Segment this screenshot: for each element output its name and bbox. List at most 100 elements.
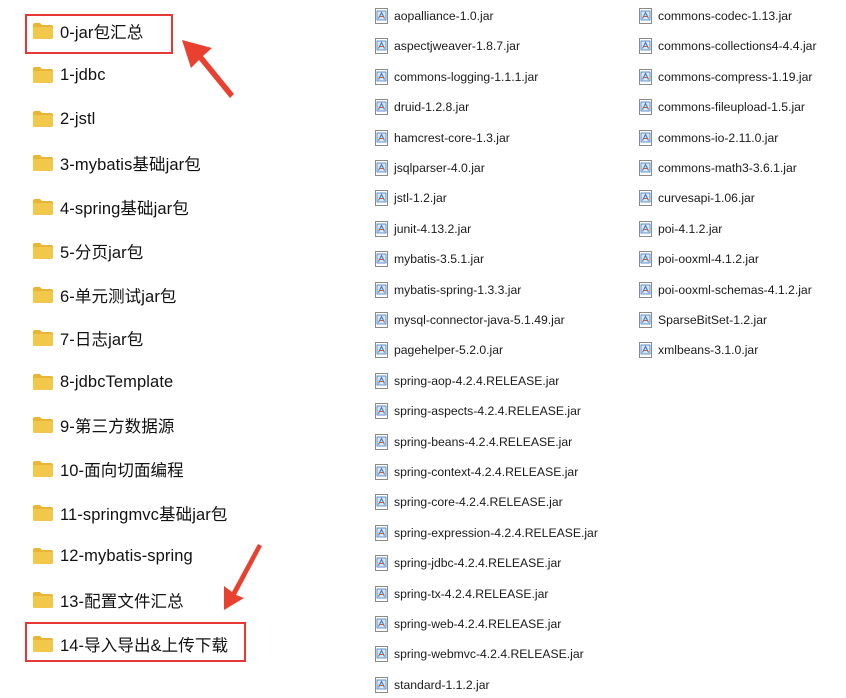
jar-file-item[interactable]: jstl-1.2.jar [374, 187, 447, 209]
jar-file-icon [639, 220, 652, 237]
jar-file-item[interactable]: spring-aop-4.2.4.RELEASE.jar [374, 370, 559, 392]
file-name: junit-4.13.2.jar [394, 221, 472, 236]
jar-file-icon [375, 68, 388, 85]
jar-file-item[interactable]: commons-io-2.11.0.jar [638, 127, 778, 149]
jar-file-item[interactable]: poi-4.1.2.jar [638, 218, 722, 240]
folder-icon [33, 461, 53, 477]
jar-file-item[interactable]: mybatis-3.5.1.jar [374, 248, 484, 270]
jar-file-item[interactable]: commons-fileupload-1.5.jar [638, 96, 805, 118]
folder-item[interactable]: 8-jdbcTemplate [32, 367, 173, 397]
folder-item[interactable]: 6-单元测试jar包 [32, 280, 177, 310]
jar-file-item[interactable]: spring-tx-4.2.4.RELEASE.jar [374, 583, 548, 605]
folder-item[interactable]: 13-配置文件汇总 [32, 585, 184, 615]
jar-file-item[interactable]: poi-ooxml-4.1.2.jar [638, 248, 759, 270]
jar-file-icon [375, 99, 388, 116]
jar-file-item[interactable]: standard-1.1.2.jar [374, 674, 490, 696]
folder-label: 13-配置文件汇总 [60, 593, 184, 611]
file-name: spring-context-4.2.4.RELEASE.jar [394, 465, 579, 479]
jar-file-icon [375, 555, 388, 572]
file-name: commons-io-2.11.0.jar [658, 130, 779, 145]
jar-file-icon [375, 38, 388, 55]
jar-file-icon [639, 129, 652, 146]
file-name: commons-compress-1.19.jar [658, 69, 813, 84]
folder-item[interactable]: 7-日志jar包 [32, 323, 143, 353]
jar-file-item[interactable]: commons-collections4-4.4.jar [638, 35, 817, 57]
jar-file-item[interactable]: xmlbeans-3.1.0.jar [638, 339, 758, 361]
jar-file-icon [639, 99, 652, 116]
jar-file-item[interactable]: mysql-connector-java-5.1.49.jar [374, 309, 565, 331]
jar-file-item[interactable]: curvesapi-1.06.jar [638, 187, 755, 209]
jar-file-item[interactable]: jsqlparser-4.0.jar [374, 157, 485, 179]
jar-file-icon [639, 190, 652, 207]
jar-file-item[interactable]: spring-webmvc-4.2.4.RELEASE.jar [374, 643, 584, 665]
folder-icon [33, 548, 53, 564]
file-name: spring-tx-4.2.4.RELEASE.jar [394, 586, 549, 601]
jar-file-item[interactable]: commons-codec-1.13.jar [638, 5, 792, 27]
jar-file-item[interactable]: junit-4.13.2.jar [374, 218, 471, 240]
jar-file-item[interactable]: aopalliance-1.0.jar [374, 5, 494, 27]
jar-file-item[interactable]: poi-ooxml-schemas-4.1.2.jar [638, 279, 812, 301]
jar-file-icon [375, 8, 388, 24]
highlight-box-bottom [25, 622, 246, 662]
folder-icon [33, 374, 53, 390]
jar-file-icon [375, 464, 388, 480]
folder-item[interactable]: 10-面向切面编程 [32, 454, 184, 484]
jar-file-item[interactable]: spring-core-4.2.4.RELEASE.jar [374, 491, 563, 513]
jar-file-item[interactable]: mybatis-spring-1.3.3.jar [374, 279, 521, 301]
folder-item[interactable]: 3-mybatis基础jar包 [32, 148, 201, 178]
folder-icon [33, 592, 53, 608]
folder-icon [33, 287, 53, 303]
jar-file-icon [375, 676, 388, 693]
file-name: commons-fileupload-1.5.jar [658, 100, 805, 115]
file-name: hamcrest-core-1.3.jar [394, 130, 510, 145]
folder-item[interactable]: 11-springmvc基础jar包 [32, 498, 227, 528]
jar-file-icon [375, 403, 388, 420]
folder-icon [33, 111, 53, 127]
jar-file-item[interactable]: spring-beans-4.2.4.RELEASE.jar [374, 431, 572, 453]
jar-file-item[interactable]: spring-expression-4.2.4.RELEASE.jar [374, 522, 598, 544]
file-name: commons-codec-1.13.jar [658, 9, 793, 23]
jar-file-icon [639, 251, 652, 268]
jar-file-item[interactable]: spring-web-4.2.4.RELEASE.jar [374, 613, 561, 635]
folder-icon [33, 243, 53, 259]
jar-file-item[interactable]: commons-logging-1.1.1.jar [374, 66, 538, 88]
jar-file-item[interactable]: aspectjweaver-1.8.7.jar [374, 35, 520, 57]
folder-label: 7-日志jar包 [60, 331, 144, 349]
folder-label: 5-分页jar包 [60, 244, 144, 262]
jar-file-item[interactable]: druid-1.2.8.jar [374, 96, 469, 118]
file-name: spring-aspects-4.2.4.RELEASE.jar [394, 404, 581, 419]
folder-label: 3-mybatis基础jar包 [60, 156, 201, 174]
folder-item[interactable]: 9-第三方数据源 [32, 410, 174, 440]
jar-file-item[interactable]: commons-compress-1.19.jar [638, 66, 812, 88]
file-name: poi-ooxml-4.1.2.jar [658, 252, 759, 267]
jar-file-item[interactable]: spring-aspects-4.2.4.RELEASE.jar [374, 400, 581, 422]
jar-file-item[interactable]: SparseBitSet-1.2.jar [638, 309, 767, 331]
folder-label: 6-单元测试jar包 [60, 288, 177, 306]
folder-icon [33, 155, 53, 171]
jar-file-item[interactable]: pagehelper-5.2.0.jar [374, 339, 503, 361]
jar-file-icon [375, 251, 388, 268]
folder-item[interactable]: 12-mybatis-spring [32, 541, 193, 571]
jar-file-icon [375, 494, 388, 511]
jar-file-icon [375, 129, 388, 146]
jar-file-icon [375, 190, 388, 207]
jar-file-item[interactable]: spring-jdbc-4.2.4.RELEASE.jar [374, 552, 561, 574]
jar-file-item[interactable]: commons-math3-3.6.1.jar [638, 157, 797, 179]
jar-file-icon [375, 281, 388, 298]
folder-item[interactable]: 4-spring基础jar包 [32, 192, 189, 222]
jar-file-icon [375, 524, 388, 541]
file-name: SparseBitSet-1.2.jar [658, 313, 768, 327]
jar-file-item[interactable]: hamcrest-core-1.3.jar [374, 127, 510, 149]
folder-icon [33, 417, 53, 433]
folder-item[interactable]: 2-jstl [32, 104, 95, 134]
file-name: spring-beans-4.2.4.RELEASE.jar [394, 434, 573, 449]
jar-file-icon [639, 312, 652, 328]
file-name: standard-1.1.2.jar [394, 677, 490, 692]
jar-file-icon [375, 585, 388, 602]
folder-item[interactable]: 1-jdbc [32, 60, 106, 90]
folder-item[interactable]: 5-分页jar包 [32, 236, 143, 266]
jar-file-icon [639, 160, 652, 176]
folder-label: 8-jdbcTemplate [60, 372, 174, 391]
jar-file-item[interactable]: spring-context-4.2.4.RELEASE.jar [374, 461, 578, 483]
arrow-pointer-bottom [224, 544, 262, 610]
